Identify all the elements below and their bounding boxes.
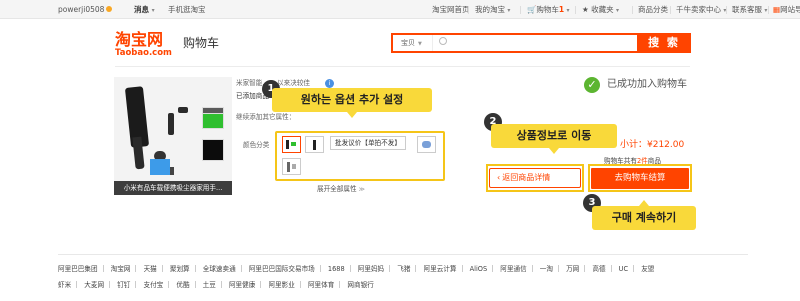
search-scope-label: 宝贝 [401,39,415,47]
site-nav-link[interactable]: ▦网站导航 [773,4,800,15]
messages-link[interactable]: 消息 ▾ [134,4,155,16]
chevron-down-icon: ▾ [764,7,768,14]
accessory-image [178,107,188,113]
footer-link[interactable]: 全球速卖通 [203,263,236,273]
cart-icon: 🛒 [527,5,537,14]
footer-link[interactable]: 大麦网 [84,279,104,289]
footer-link[interactable]: 阿里巴巴国际交易市场 [249,263,315,273]
footer-link[interactable]: 支付宝 [143,279,163,289]
footer-link[interactable]: 飞猪 [397,263,410,273]
search-icon [439,37,447,45]
favorites-label: 收藏夹 [591,5,614,14]
back-button-label: 返回商品详情 [502,173,551,182]
categories-link[interactable]: 商品分类 [638,4,668,15]
contact-label: 联系客服 [732,5,762,14]
color-category-label: 颜色分类 [243,141,270,149]
chevron-down-icon: ▾ [616,7,620,14]
coin-icon [106,6,113,12]
footer-link[interactable]: 优酷 [176,279,189,289]
expand-attributes-link[interactable]: 展开全部属性 ≫ [317,183,365,193]
footer-link[interactable]: 阿里巴巴集团 [58,263,98,273]
cart-link[interactable]: 🛒购物车1 ▾ [527,4,569,16]
footer-links-row-2: 虾米 大麦网 钉钉 支付宝 优酷 土豆 阿里健康 阿里影业 阿里体育 网商银行 [58,279,374,289]
success-check-icon: ✓ [584,77,600,93]
chevron-down-icon: ≫ [358,186,365,193]
footer-link[interactable]: 土豆 [203,279,216,289]
search-bar: 宝贝 ▼ 搜 索 [391,33,691,53]
footer-links-row-1: 阿里巴巴集团 淘宝网 天猫 聚划算 全球速卖通 阿里巴巴国际交易市场 1688 … [58,263,654,273]
contact-link[interactable]: 联系客服 ▾ [732,4,767,16]
seller-center-label: 千牛卖家中心 [676,5,721,14]
footer-link[interactable]: 阿里健康 [229,279,255,289]
cart-count: 1 [558,5,565,14]
search-scope-select[interactable]: 宝贝 ▼ [393,35,433,51]
footer-link[interactable]: 阿里通信 [500,263,526,273]
footer-link[interactable]: 网商银行 [347,279,373,289]
footer-link[interactable]: 万网 [566,263,579,273]
footer-link[interactable]: 阿里妈妈 [358,263,384,273]
color-tile-green [202,113,224,129]
footer-link[interactable]: 钉钉 [117,279,130,289]
footer-link[interactable]: UC [619,265,628,273]
site-nav-label: 网站导航 [780,5,800,14]
footer-link[interactable]: 虾米 [58,279,71,289]
search-input[interactable] [451,36,631,50]
footer-divider [58,254,748,255]
username: powerji0508 [58,5,105,14]
annotation-callout-2: 상품정보로 이동 [491,124,617,154]
annotation-callout-1: 원하는 옵션 추가 설정 [272,88,432,118]
header-divider [115,66,690,67]
annotation-callout-3: 구매 계속하기 [592,200,696,230]
taobao-logo[interactable]: 淘宝网 Taobao.com [115,31,172,58]
options-highlight-box [275,131,445,181]
color-tile-black [202,139,224,161]
subtotal: 小计：¥212.00 [620,140,685,150]
footer-link[interactable]: AliOS [470,265,488,273]
cart-label: 购物车 [536,5,559,14]
checkout-button[interactable]: 去购物车结算 [591,168,689,189]
favorites-link[interactable]: ★ 收藏夹 ▾ [582,4,619,16]
footer-link[interactable]: 阿里影业 [268,279,294,289]
expand-label: 展开全部属性 [317,185,357,193]
product-caption: 小米有品车载便携吸尘器家用手... [114,181,232,195]
added-to-cart-message: 已成功加入购物车 [607,79,687,90]
mobile-taobao-link[interactable]: 手机逛淘宝 [168,4,206,15]
star-icon: ★ [582,5,589,14]
page-title: 购物车 [183,36,220,50]
chevron-left-icon: ‹ [497,173,501,182]
footer-link[interactable]: 1688 [328,265,345,273]
chevron-down-icon: ▾ [566,7,570,14]
chevron-down-icon: ▾ [507,7,511,14]
footer-link[interactable]: 天猫 [144,263,157,273]
add-more-attributes-label: 继续添加其它属性： [236,113,296,121]
footer-link[interactable]: 淘宝网 [111,263,131,273]
username-link[interactable]: powerji0508 [58,4,113,15]
back-to-product-button[interactable]: ‹ 返回商品详情 [489,168,581,188]
chevron-down-icon: ▼ [418,41,422,47]
site-topbar: powerji0508 消息 ▾ 手机逛淘宝 淘宝网首页 我的淘宝 ▾ 🛒购物车… [0,0,800,19]
product-image[interactable]: 小米有品车载便携吸尘器家用手... [114,77,232,195]
info-icon[interactable]: i [325,79,334,88]
home-link[interactable]: 淘宝网首页 [432,4,470,15]
my-taobao-link[interactable]: 我的淘宝 ▾ [475,4,510,16]
my-taobao-label: 我的淘宝 [475,5,505,14]
color-tile-blue [150,159,170,175]
messages-label: 消息 [134,5,149,14]
logo-cn: 淘宝网 [115,30,164,49]
footer-link[interactable]: 聚划算 [170,263,190,273]
search-button[interactable]: 搜 索 [637,33,691,53]
chevron-down-icon: ▾ [151,7,155,14]
logo-en: Taobao.com [115,48,172,58]
footer-link[interactable]: 阿里体育 [308,279,334,289]
seller-center-link[interactable]: 千牛卖家中心 ▾ [676,4,726,16]
footer-link[interactable]: 高德 [592,263,605,273]
footer-link[interactable]: 一淘 [540,263,553,273]
accessory-image [168,113,174,135]
footer-link[interactable]: 友盟 [641,263,654,273]
footer-link[interactable]: 阿里云计算 [424,263,457,273]
